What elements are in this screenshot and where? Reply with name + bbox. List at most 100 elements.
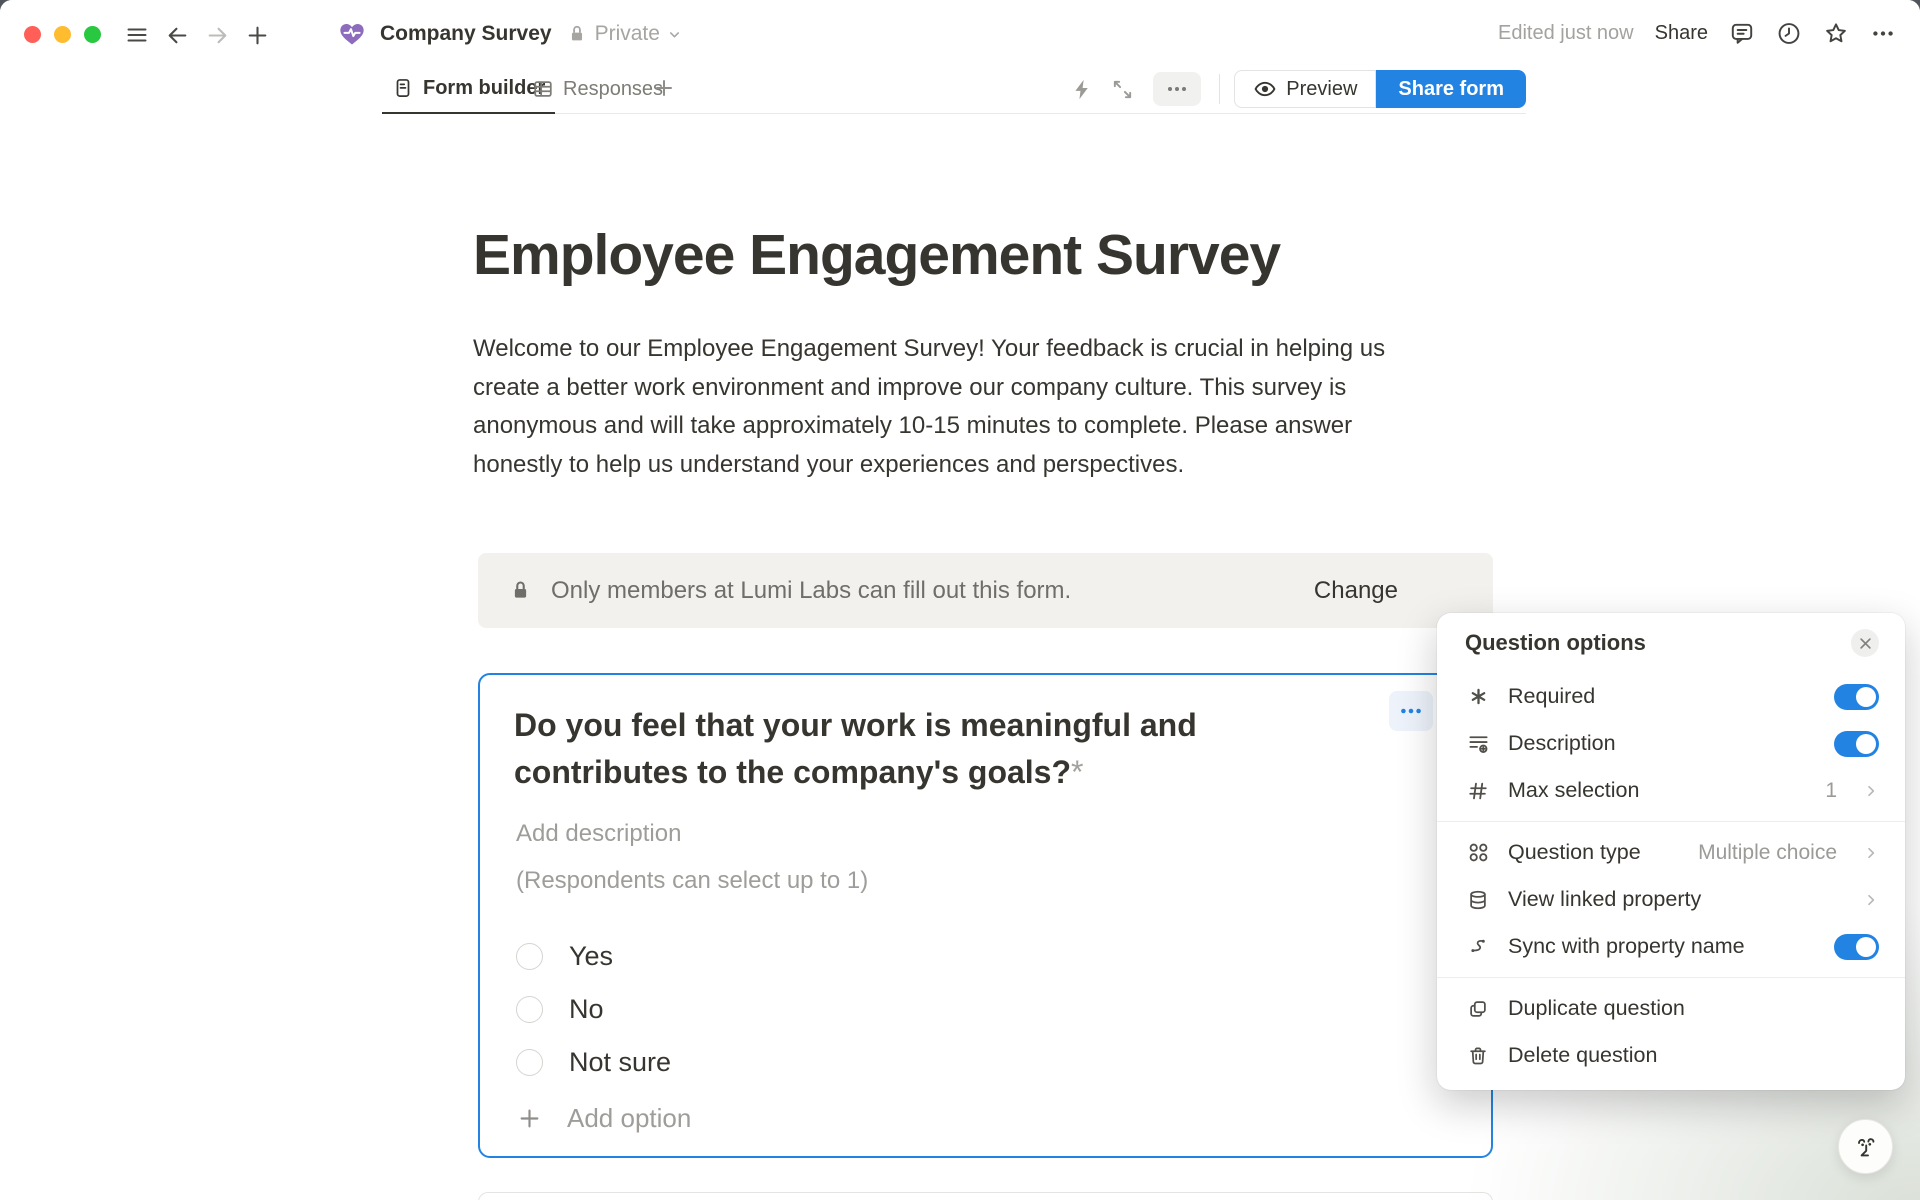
add-view-button[interactable] (652, 76, 676, 100)
menu-divider (1437, 821, 1905, 822)
access-notice-bar: Only members at Lumi Labs can fill out t… (478, 553, 1493, 628)
radio-icon[interactable] (516, 1049, 543, 1076)
description-toggle[interactable] (1834, 731, 1879, 757)
question-description-placeholder[interactable]: Add description (516, 820, 681, 848)
minimize-window-button[interactable] (54, 26, 71, 43)
question-card[interactable]: Do you feel that your work is meaningful… (478, 673, 1493, 1158)
menu-item-label: Question type (1508, 840, 1681, 865)
new-tab-button[interactable] (244, 22, 270, 48)
menu-item-delete-question[interactable]: Delete question (1437, 1032, 1905, 1079)
menu-item-sync-property-name[interactable]: Sync with property name (1437, 923, 1905, 970)
close-window-button[interactable] (24, 26, 41, 43)
close-icon (1858, 636, 1873, 651)
lock-icon (566, 23, 588, 45)
add-option-button[interactable]: Add option (516, 1092, 691, 1144)
star-icon (1823, 20, 1849, 47)
more-options-button[interactable] (1870, 20, 1896, 46)
forward-icon (205, 23, 230, 48)
ai-assistant-button[interactable] (1838, 1119, 1893, 1174)
menu-item-max-selection[interactable]: Max selection 1 (1437, 767, 1905, 814)
share-button[interactable]: Share (1655, 22, 1708, 45)
form-title[interactable]: Employee Engagement Survey (473, 222, 1280, 288)
zoom-window-button[interactable] (84, 26, 101, 43)
privacy-selector[interactable]: Private (566, 22, 682, 46)
menu-item-required[interactable]: Required (1437, 673, 1905, 720)
favorite-button[interactable] (1823, 20, 1849, 46)
comments-button[interactable] (1729, 20, 1755, 46)
radio-icon[interactable] (516, 996, 543, 1023)
share-form-button-label: Share form (1398, 78, 1504, 101)
menu-item-description[interactable]: Description (1437, 720, 1905, 767)
question-type-icon (1467, 841, 1490, 864)
question-type-value: Multiple choice (1698, 841, 1837, 865)
menu-item-label: View linked property (1508, 887, 1846, 912)
hamburger-icon (125, 23, 149, 47)
eye-icon (1253, 77, 1277, 101)
menu-divider (1437, 977, 1905, 978)
next-question-card-edge[interactable] (478, 1192, 1493, 1200)
back-icon (165, 23, 190, 48)
menu-item-label: Required (1508, 684, 1817, 709)
form-more-button[interactable] (1153, 72, 1201, 106)
question-more-button[interactable] (1389, 691, 1433, 731)
asterisk-icon (1468, 686, 1489, 707)
question-title[interactable]: Do you feel that your work is meaningful… (514, 702, 1334, 796)
option-row[interactable]: No (516, 983, 691, 1036)
duplicate-icon (1467, 998, 1489, 1020)
max-selection-value: 1 (1825, 779, 1837, 803)
sync-icon (1467, 936, 1489, 958)
document-icon (392, 77, 414, 99)
chevron-down-icon (667, 27, 682, 42)
back-button[interactable] (164, 22, 190, 48)
lock-icon (508, 578, 533, 603)
app-window: Company Survey Private Edited just now S… (0, 0, 1920, 1200)
database-icon (1467, 889, 1489, 911)
menu-item-label: Description (1508, 731, 1817, 756)
comment-icon (1729, 20, 1755, 47)
sync-property-toggle[interactable] (1834, 934, 1879, 960)
document-title[interactable]: Company Survey (380, 22, 552, 46)
popup-header: Question options (1437, 629, 1905, 673)
option-label[interactable]: No (569, 994, 604, 1025)
history-button[interactable] (1776, 20, 1802, 46)
hash-icon (1467, 780, 1489, 802)
titlebar: Company Survey Private Edited just now S… (0, 0, 1920, 58)
expand-icon (1111, 78, 1134, 101)
change-access-button[interactable]: Change (1314, 577, 1398, 605)
sidebar-menu-button[interactable] (124, 22, 150, 48)
ai-face-icon (1850, 1131, 1882, 1163)
description-icon (1467, 732, 1490, 755)
edited-status: Edited just now (1498, 22, 1634, 45)
question-options-menu: Question options Required Description Ma… (1437, 613, 1905, 1090)
option-row[interactable]: Not sure (516, 1036, 691, 1089)
required-marker: * (1071, 754, 1083, 790)
chevron-right-icon (1863, 783, 1879, 799)
menu-item-label: Sync with property name (1508, 934, 1817, 959)
table-icon (532, 78, 554, 100)
form-intro[interactable]: Welcome to our Employee Engagement Surve… (473, 330, 1403, 484)
option-label[interactable]: Not sure (569, 1047, 671, 1078)
preview-button[interactable]: Preview (1234, 70, 1376, 108)
option-row[interactable]: Yes (516, 930, 691, 983)
share-form-button[interactable]: Share form (1376, 70, 1526, 108)
history-clock-icon (1776, 20, 1802, 47)
menu-item-view-linked-property[interactable]: View linked property (1437, 876, 1905, 923)
menu-item-question-type[interactable]: Question type Multiple choice (1437, 829, 1905, 876)
expand-button[interactable] (1109, 76, 1135, 102)
more-icon (1165, 77, 1189, 101)
option-label[interactable]: Yes (569, 941, 613, 972)
trash-icon (1467, 1045, 1489, 1067)
lightning-icon (1071, 78, 1094, 101)
more-icon (1870, 20, 1896, 47)
radio-icon[interactable] (516, 943, 543, 970)
add-option-label: Add option (567, 1103, 691, 1134)
popup-close-button[interactable] (1851, 629, 1879, 657)
tab-responses[interactable]: Responses (522, 64, 673, 114)
menu-item-duplicate-question[interactable]: Duplicate question (1437, 985, 1905, 1032)
selection-hint: (Respondents can select up to 1) (516, 867, 868, 895)
chevron-right-icon (1863, 845, 1879, 861)
automations-button[interactable] (1069, 76, 1095, 102)
heart-pulse-icon (338, 20, 366, 48)
required-toggle[interactable] (1834, 684, 1879, 710)
forward-button[interactable] (204, 22, 230, 48)
